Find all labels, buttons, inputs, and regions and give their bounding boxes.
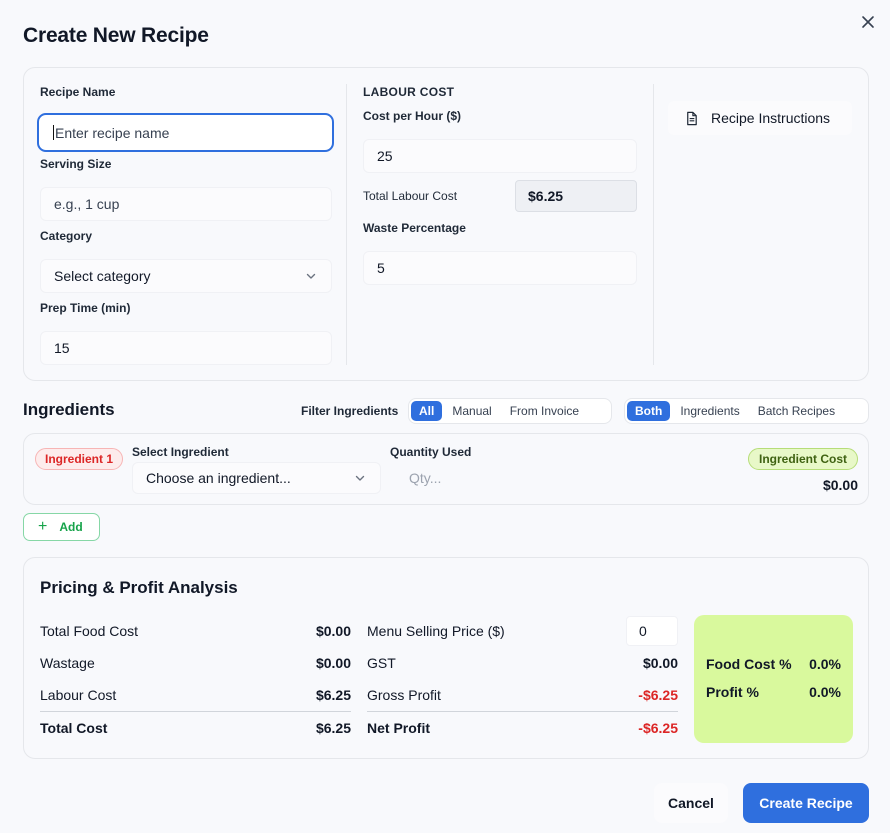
row-value: $0.00 xyxy=(642,655,678,671)
recipe-name-label: Recipe Name xyxy=(40,85,116,99)
ingredient-cost-value: $0.00 xyxy=(822,477,858,493)
select-ingredient-label: Select Ingredient xyxy=(132,445,229,459)
chevron-down-icon xyxy=(306,273,316,279)
chevron-down-icon xyxy=(355,475,365,481)
row-label: Gross Profit xyxy=(367,687,441,703)
row-label: Total Cost xyxy=(40,719,108,736)
selling-price-input[interactable]: 0 xyxy=(626,616,678,646)
ingredients-title: Ingredients xyxy=(23,400,115,419)
filter-manual[interactable]: Manual xyxy=(444,401,499,421)
row-label: Total Food Cost xyxy=(40,623,139,639)
profit-percent-row: Profit % 0.0% xyxy=(706,684,841,700)
prep-time-value: 15 xyxy=(54,340,70,356)
cost-per-hour-input[interactable]: 25 xyxy=(363,139,637,173)
filter-from-invoice[interactable]: From Invoice xyxy=(502,401,587,421)
food-cost-percent-row: Food Cost % 0.0% xyxy=(706,656,841,672)
plus-icon: + xyxy=(38,518,48,535)
total-labour-cost-value: $6.25 xyxy=(515,180,637,212)
column-divider xyxy=(653,84,654,365)
row-label: Food Cost % xyxy=(706,656,792,672)
waste-percentage-label: Waste Percentage xyxy=(363,221,466,235)
row-label: Labour Cost xyxy=(40,687,117,703)
close-icon[interactable] xyxy=(860,14,876,30)
row-label: Profit % xyxy=(706,684,759,700)
ingredient-select[interactable]: Choose an ingredient... xyxy=(132,462,381,494)
cost-per-hour-label: Cost per Hour ($) xyxy=(363,109,462,123)
ingredient-number-badge: Ingredient 1 xyxy=(35,448,124,470)
labour-cost-row: Labour Cost $6.25 xyxy=(40,679,351,711)
row-value: $0.00 xyxy=(315,655,351,671)
add-ingredient-button[interactable]: + Add xyxy=(23,513,100,541)
recipe-name-placeholder: Enter recipe name xyxy=(55,124,170,141)
row-value: $0.00 xyxy=(315,623,351,639)
recipe-name-input[interactable]: Enter recipe name xyxy=(37,113,334,152)
recipe-details-card: Recipe Name Enter recipe name Serving Si… xyxy=(23,67,869,381)
add-label: Add xyxy=(59,520,83,534)
filter-ingredients-label: Filter Ingredients xyxy=(301,404,399,418)
type-filter-group: Both Ingredients Batch Recipes xyxy=(624,398,869,424)
quantity-placeholder: Qty... xyxy=(409,470,442,486)
row-value: 0.0% xyxy=(809,684,841,700)
pricing-card: Pricing & Profit Analysis Total Food Cos… xyxy=(23,557,869,759)
gst-row: GST $0.00 xyxy=(367,647,678,679)
pricing-title: Pricing & Profit Analysis xyxy=(40,578,238,597)
serving-size-placeholder: e.g., 1 cup xyxy=(54,196,120,212)
row-label: GST xyxy=(367,655,396,671)
row-label: Menu Selling Price ($) xyxy=(367,623,505,639)
total-labour-cost-label: Total Labour Cost xyxy=(363,189,458,203)
prep-time-input[interactable]: 15 xyxy=(40,331,332,365)
net-profit-row: Net Profit -$6.25 xyxy=(367,711,678,743)
total-food-cost-row: Total Food Cost $0.00 xyxy=(40,615,351,647)
ingredient-cost-badge: Ingredient Cost xyxy=(747,448,858,470)
modal-title: Create New Recipe xyxy=(23,24,209,47)
category-select[interactable]: Select category xyxy=(40,259,332,293)
row-value: -$6.25 xyxy=(638,687,678,703)
recipe-instructions-button[interactable]: Recipe Instructions xyxy=(668,101,852,135)
cancel-button[interactable]: Cancel xyxy=(654,783,728,823)
menu-selling-price-row: Menu Selling Price ($) 0 xyxy=(367,615,678,647)
quantity-input[interactable]: Qty... xyxy=(395,462,515,494)
document-icon xyxy=(687,111,697,125)
source-filter-group: All Manual From Invoice xyxy=(408,398,612,424)
serving-size-label: Serving Size xyxy=(40,157,112,171)
ingredient-row: Ingredient 1 Select Ingredient Choose an… xyxy=(23,433,869,505)
wastage-row: Wastage $0.00 xyxy=(40,647,351,679)
serving-size-input[interactable]: e.g., 1 cup xyxy=(40,187,332,221)
row-value: 0.0% xyxy=(809,656,841,672)
column-divider xyxy=(346,84,347,365)
gross-profit-row: Gross Profit -$6.25 xyxy=(367,679,678,711)
total-cost-row: Total Cost $6.25 xyxy=(40,711,351,743)
create-recipe-button[interactable]: Create Recipe xyxy=(743,783,869,823)
filter-ingredients[interactable]: Ingredients xyxy=(672,401,747,421)
labour-cost-heading: LABOUR COST xyxy=(363,85,455,99)
prep-time-label: Prep Time (min) xyxy=(40,301,131,315)
profit-summary-box: Food Cost % 0.0% Profit % 0.0% xyxy=(694,615,853,743)
filter-all[interactable]: All xyxy=(411,401,443,421)
waste-percentage-input[interactable]: 5 xyxy=(363,251,637,285)
recipe-instructions-label: Recipe Instructions xyxy=(711,110,831,126)
row-label: Wastage xyxy=(40,655,95,671)
text-caret xyxy=(53,125,54,140)
cost-per-hour-value: 25 xyxy=(377,148,393,164)
category-selected: Select category xyxy=(54,268,151,284)
row-value: $6.25 xyxy=(315,687,351,703)
ingredient-select-placeholder: Choose an ingredient... xyxy=(146,470,291,486)
filter-both[interactable]: Both xyxy=(627,401,671,421)
waste-percentage-value: 5 xyxy=(377,260,385,276)
row-value: -$6.25 xyxy=(638,719,678,736)
filter-batch-recipes[interactable]: Batch Recipes xyxy=(750,401,843,421)
row-value: $6.25 xyxy=(315,719,351,736)
row-label: Net Profit xyxy=(367,719,430,736)
quantity-used-label: Quantity Used xyxy=(390,445,472,459)
selling-price-value: 0 xyxy=(639,623,647,639)
create-recipe-modal: Create New Recipe Recipe Name Enter reci… xyxy=(0,0,890,833)
category-label: Category xyxy=(40,229,93,243)
